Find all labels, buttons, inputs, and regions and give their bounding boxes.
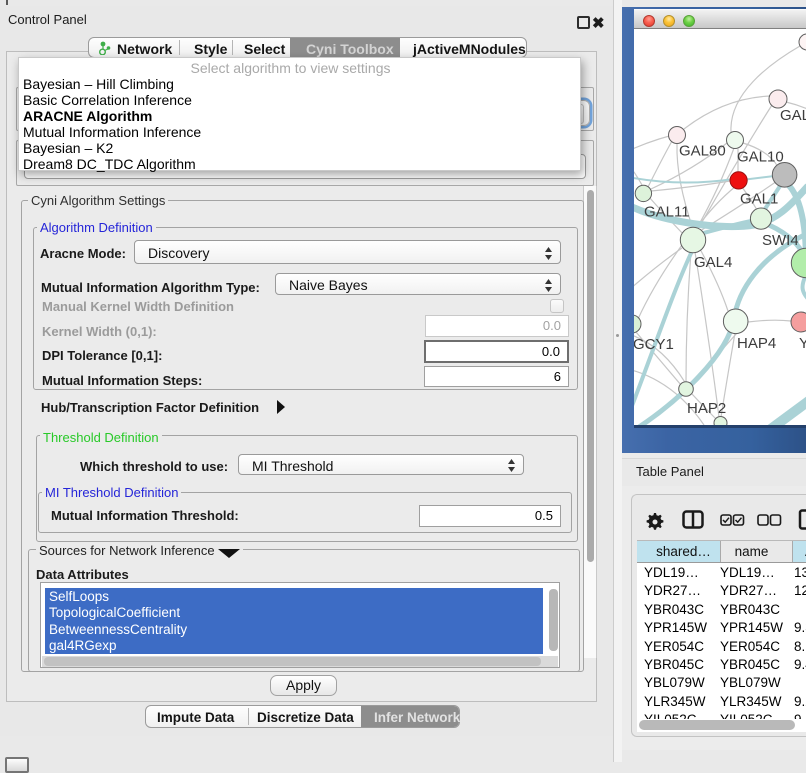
svg-text:Y: Y [799, 335, 806, 352]
svg-text:HAP4: HAP4 [737, 335, 776, 352]
svg-text:GAL1: GAL1 [740, 191, 778, 208]
svg-text:GAL80: GAL80 [679, 143, 726, 160]
svg-text:GAL11: GAL11 [644, 204, 690, 221]
svg-text:GAL4: GAL4 [694, 254, 732, 271]
svg-text:GAL7: GAL7 [780, 107, 806, 124]
svg-text:SWI4: SWI4 [762, 232, 799, 249]
svg-text:HAP2: HAP2 [687, 400, 726, 417]
svg-text:GCY1: GCY1 [634, 336, 674, 353]
svg-text:GAL10: GAL10 [737, 149, 784, 166]
